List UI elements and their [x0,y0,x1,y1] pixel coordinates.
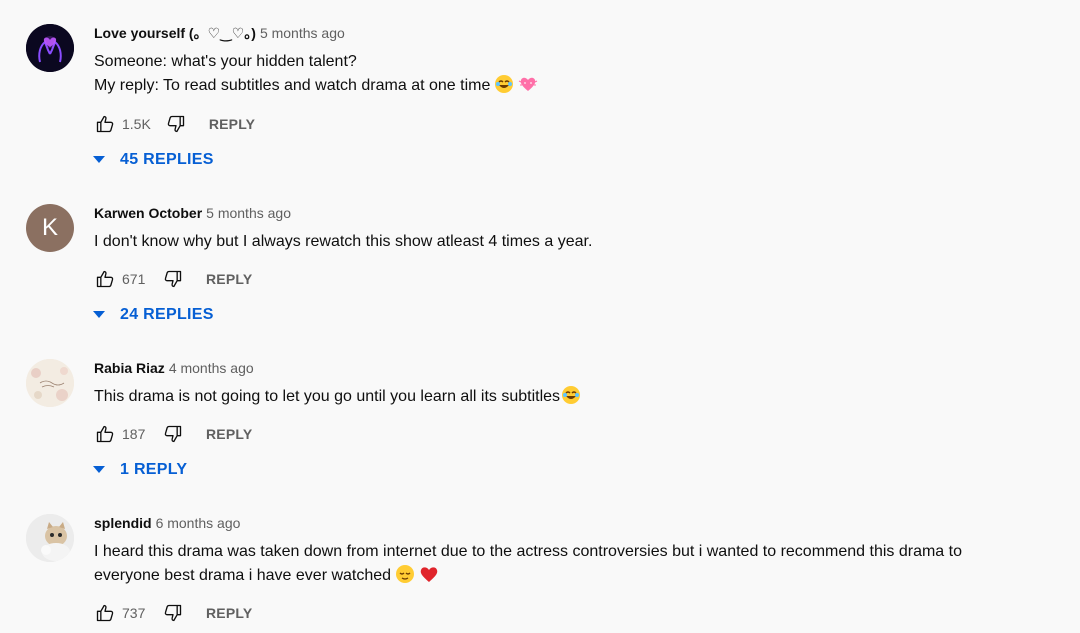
caret-down-icon [93,311,105,318]
dislike-button[interactable] [162,268,184,290]
replies-count-label: 24 REPLIES [120,306,214,323]
relieved-emoji-icon [395,564,415,584]
comment-text-line-with-emoji: This drama is not going to let you go un… [94,385,1044,409]
thumbs-down-icon [164,425,182,443]
thumbs-up-icon [96,425,114,443]
avatar[interactable] [26,514,74,562]
comment-time[interactable]: 6 months ago [156,515,241,531]
comment-text-line: I don't know why but I always rewatch th… [94,233,593,250]
replies-count-label: 45 REPLIES [120,151,214,168]
reply-button[interactable]: REPLY [206,605,252,621]
comment-header: Love yourself (。♡‿♡。) 5 months ago [94,24,1060,42]
like-button[interactable] [94,268,116,290]
comment-text-line: This drama is not going to let you go un… [94,388,561,405]
view-replies-button[interactable]: 1 REPLY [92,458,187,482]
comment-time[interactable]: 5 months ago [206,205,291,221]
thumbs-up-icon [96,270,114,288]
comment-author[interactable]: splendid [94,515,152,531]
like-button[interactable] [94,423,116,445]
comment-text-line: My reply: To read subtitles and watch dr… [94,77,491,94]
thumbs-down-icon [167,115,184,133]
like-count: 671 [122,271,146,287]
comment-text-line: everyone best drama i have ever watched [94,567,392,584]
comment-toolbar: 671 REPLY [94,267,252,291]
comments-section: Love yourself (。♡‿♡。) 5 months ago Someon… [0,0,1080,633]
comment-text: I heard this drama was taken down from i… [94,540,1044,588]
comment-author[interactable]: Rabia Riaz [94,360,165,376]
reply-button[interactable]: REPLY [209,116,255,132]
comment-author[interactable]: Karwen October [94,205,202,221]
thumbs-up-icon [96,604,114,622]
comment-header: splendid 6 months ago [94,514,1060,532]
comment-text: I don't know why but I always rewatch th… [94,230,1044,254]
dislike-button[interactable] [165,113,187,135]
laughing-emoji-icon [494,74,514,94]
reply-button[interactable]: REPLY [206,426,252,442]
pink-heart-emoji-icon [518,74,538,94]
red-heart-emoji-icon [419,564,439,584]
caret-down-icon [93,466,105,473]
dislike-button[interactable] [162,602,184,624]
view-replies-button[interactable]: 45 REPLIES [92,148,214,172]
like-button[interactable] [94,113,116,135]
dislike-button[interactable] [162,423,184,445]
like-count: 187 [122,426,146,442]
thumbs-down-icon [164,604,182,622]
comment-toolbar: 187 REPLY [94,422,252,446]
comment-text-line: Someone: what's your hidden talent? [94,53,357,70]
replies-count-label: 1 REPLY [120,461,188,478]
comment-text-line-with-emoji: everyone best drama i have ever watched [94,564,1044,588]
avatar-letter: K [41,214,58,241]
reply-button[interactable]: REPLY [206,271,252,287]
like-button[interactable] [94,602,116,624]
comment-text: This drama is not going to let you go un… [94,385,1044,409]
view-replies-button[interactable]: 24 REPLIES [92,303,214,327]
comment-author[interactable]: Love yourself (。♡‿♡。) [94,25,256,41]
caret-down-icon [93,156,105,163]
comment-toolbar: 737 REPLY [94,601,252,625]
avatar[interactable] [26,359,74,407]
comment-toolbar: 1.5K REPLY [94,112,255,136]
comment-time[interactable]: 5 months ago [260,25,345,41]
comment-time[interactable]: 4 months ago [169,360,254,376]
like-count: 1.5K [122,116,151,132]
thumbs-up-icon [96,115,114,133]
floral-avatar-icon [26,359,74,407]
like-count: 737 [122,605,146,621]
laughing-emoji-icon [561,385,581,405]
comment-text-line-with-emoji: My reply: To read subtitles and watch dr… [94,74,1044,98]
cat-avatar-icon [26,514,74,562]
comment-header: Karwen October 5 months ago [94,204,1060,222]
comment-text-line: I heard this drama was taken down from i… [94,543,962,560]
thumbs-down-icon [164,270,182,288]
avatar[interactable] [26,24,74,72]
comment-text: Someone: what's your hidden talent? My r… [94,50,1044,98]
comment-header: Rabia Riaz 4 months ago [94,359,1060,377]
avatar[interactable]: K [26,204,74,252]
purple-heart-hands-icon [26,24,74,72]
